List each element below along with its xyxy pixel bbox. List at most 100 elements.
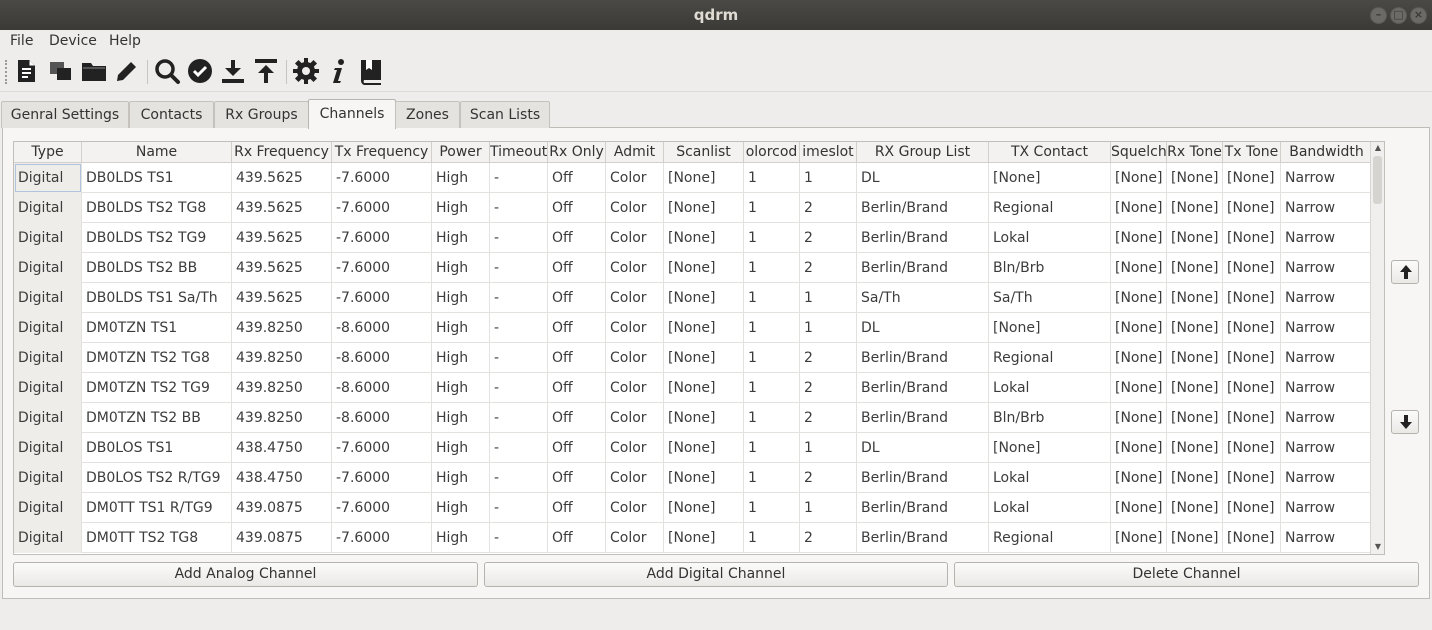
delete-channel-button[interactable]: Delete Channel xyxy=(954,562,1419,587)
cell-colorcode[interactable]: 1 xyxy=(744,283,800,313)
toolbar-grip[interactable] xyxy=(5,60,9,84)
cell-timeout[interactable]: - xyxy=(490,223,548,253)
cell-admit[interactable]: Color xyxy=(606,433,664,463)
book-icon[interactable] xyxy=(357,57,387,87)
cell-tx-frequency[interactable]: -7.6000 xyxy=(332,193,432,223)
cell-timeout[interactable]: - xyxy=(490,463,548,493)
cell-name[interactable]: DM0TZN TS2 TG8 xyxy=(82,343,232,373)
cell-timeout[interactable]: - xyxy=(490,193,548,223)
cell-timeout[interactable]: - xyxy=(490,373,548,403)
menu-device[interactable]: Device xyxy=(49,33,97,49)
scroll-down-icon[interactable]: ▼ xyxy=(1371,541,1384,553)
cell-timeslot[interactable]: 2 xyxy=(800,523,857,553)
cell-timeout[interactable]: - xyxy=(490,493,548,523)
column-header-tx-contact[interactable]: TX Contact xyxy=(989,142,1111,163)
cell-rx-tone[interactable]: [None] xyxy=(1167,433,1223,463)
cell-tx-contact[interactable]: [None] xyxy=(989,313,1111,343)
cell-bandwidth[interactable]: Narrow xyxy=(1281,493,1373,523)
cell-tx-frequency[interactable]: -8.6000 xyxy=(332,403,432,433)
cell-scanlist[interactable]: [None] xyxy=(664,373,744,403)
cell-admit[interactable]: Color xyxy=(606,493,664,523)
cell-rx-tone[interactable]: [None] xyxy=(1167,283,1223,313)
cell-rx-group-list[interactable]: DL xyxy=(857,163,989,193)
cell-name[interactable]: DM0TZN TS2 TG9 xyxy=(82,373,232,403)
cell-tx-contact[interactable]: Bln/Brb xyxy=(989,403,1111,433)
cell-name[interactable]: DM0TT TS2 TG8 xyxy=(82,523,232,553)
cell-rx-tone[interactable]: [None] xyxy=(1167,253,1223,283)
cell-timeout[interactable]: - xyxy=(490,253,548,283)
cell-bandwidth[interactable]: Narrow xyxy=(1281,403,1373,433)
cell-rx-only[interactable]: Off xyxy=(548,403,606,433)
table-row[interactable]: Digital DM0TZN TS2 TG8 439.8250 -8.6000 High… xyxy=(14,343,1373,373)
table-row[interactable]: Digital DB0LDS TS2 TG8 439.5625 -7.6000 High… xyxy=(14,193,1373,223)
cell-tx-tone[interactable]: [None] xyxy=(1223,253,1281,283)
cell-admit[interactable]: Color xyxy=(606,403,664,433)
cell-colorcode[interactable]: 1 xyxy=(744,523,800,553)
cell-name[interactable]: DB0LDS TS1 xyxy=(82,163,232,193)
cell-tx-contact[interactable]: Sa/Th xyxy=(989,283,1111,313)
menu-help[interactable]: Help xyxy=(109,33,141,49)
add-digital-channel-button[interactable]: Add Digital Channel xyxy=(484,562,948,587)
cell-name[interactable]: DB0LDS TS2 TG9 xyxy=(82,223,232,253)
column-header-timeout[interactable]: Timeout xyxy=(490,142,548,163)
cell-rx-group-list[interactable]: Berlin/Brand xyxy=(857,493,989,523)
cell-timeslot[interactable]: 1 xyxy=(800,313,857,343)
cell-bandwidth[interactable]: Narrow xyxy=(1281,283,1373,313)
menu-file[interactable]: File xyxy=(10,33,33,49)
cell-squelch[interactable]: [None] xyxy=(1111,163,1167,193)
cell-power[interactable]: High xyxy=(432,523,490,553)
cell-rx-only[interactable]: Off xyxy=(548,523,606,553)
cell-squelch[interactable]: [None] xyxy=(1111,343,1167,373)
cell-power[interactable]: High xyxy=(432,283,490,313)
cell-timeout[interactable]: - xyxy=(490,163,548,193)
cell-tx-frequency[interactable]: -8.6000 xyxy=(332,343,432,373)
cell-power[interactable]: High xyxy=(432,253,490,283)
copy-window-icon[interactable] xyxy=(47,57,77,87)
column-header-type[interactable]: Type xyxy=(14,142,82,163)
cell-type[interactable]: Digital xyxy=(14,523,82,553)
tab-general-settings[interactable]: Genral Settings xyxy=(1,101,129,128)
cell-rx-group-list[interactable]: Berlin/Brand xyxy=(857,463,989,493)
cell-tx-frequency[interactable]: -8.6000 xyxy=(332,373,432,403)
cell-rx-group-list[interactable]: Berlin/Brand xyxy=(857,223,989,253)
cell-colorcode[interactable]: 1 xyxy=(744,193,800,223)
cell-tx-tone[interactable]: [None] xyxy=(1223,433,1281,463)
open-folder-icon[interactable] xyxy=(80,57,110,87)
cell-timeslot[interactable]: 2 xyxy=(800,463,857,493)
cell-timeslot[interactable]: 1 xyxy=(800,493,857,523)
cell-timeslot[interactable]: 2 xyxy=(800,403,857,433)
cell-type[interactable]: Digital xyxy=(14,283,82,313)
cell-type[interactable]: Digital xyxy=(14,493,82,523)
cell-timeout[interactable]: - xyxy=(490,403,548,433)
cell-bandwidth[interactable]: Narrow xyxy=(1281,343,1373,373)
cell-rx-group-list[interactable]: Berlin/Brand xyxy=(857,343,989,373)
cell-admit[interactable]: Color xyxy=(606,193,664,223)
cell-squelch[interactable]: [None] xyxy=(1111,463,1167,493)
cell-name[interactable]: DM0TZN TS1 xyxy=(82,313,232,343)
cell-tx-contact[interactable]: [None] xyxy=(989,163,1111,193)
cell-squelch[interactable]: [None] xyxy=(1111,253,1167,283)
cell-type[interactable]: Digital xyxy=(14,433,82,463)
cell-rx-only[interactable]: Off xyxy=(548,253,606,283)
cell-rx-tone[interactable]: [None] xyxy=(1167,163,1223,193)
cell-rx-group-list[interactable]: Berlin/Brand xyxy=(857,193,989,223)
cell-rx-tone[interactable]: [None] xyxy=(1167,463,1223,493)
column-header-rx-frequency[interactable]: Rx Frequency xyxy=(232,142,332,163)
column-header-admit[interactable]: Admit xyxy=(606,142,664,163)
cell-rx-group-list[interactable]: DL xyxy=(857,313,989,343)
info-icon[interactable] xyxy=(325,57,355,87)
cell-admit[interactable]: Color xyxy=(606,253,664,283)
column-header-name[interactable]: Name xyxy=(82,142,232,163)
move-down-button[interactable] xyxy=(1391,410,1419,434)
cell-type[interactable]: Digital xyxy=(14,193,82,223)
column-header-power[interactable]: Power xyxy=(432,142,490,163)
cell-rx-frequency[interactable]: 438.4750 xyxy=(232,433,332,463)
cell-squelch[interactable]: [None] xyxy=(1111,523,1167,553)
column-header-rx-tone[interactable]: Rx Tone xyxy=(1167,142,1223,163)
cell-power[interactable]: High xyxy=(432,223,490,253)
cell-scanlist[interactable]: [None] xyxy=(664,493,744,523)
cell-rx-only[interactable]: Off xyxy=(548,343,606,373)
cell-colorcode[interactable]: 1 xyxy=(744,493,800,523)
cell-rx-only[interactable]: Off xyxy=(548,433,606,463)
table-row[interactable]: Digital DB0LOS TS2 R/TG9 438.4750 -7.6000 Hi… xyxy=(14,463,1373,493)
